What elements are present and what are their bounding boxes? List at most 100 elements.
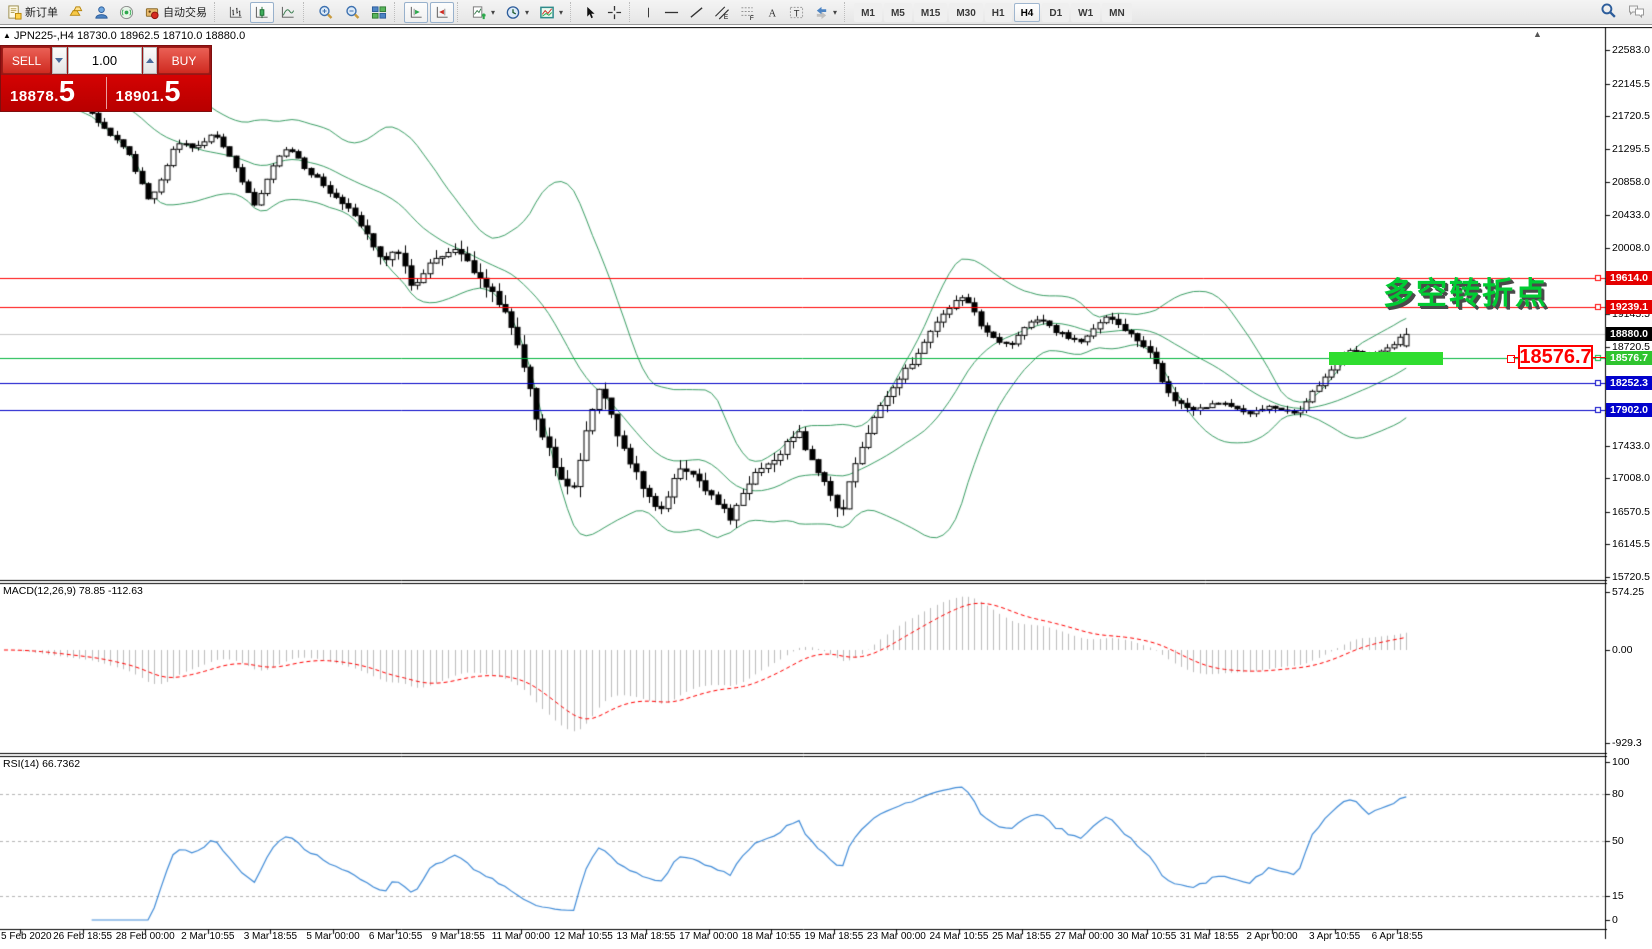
svg-text:E: E: [724, 14, 729, 20]
indicator-tick-label: -929.3: [1612, 737, 1642, 749]
indicator-tick-label: 15: [1612, 890, 1624, 902]
price-badge: 18252.3: [1606, 376, 1652, 390]
fib-icon: F: [740, 5, 756, 20]
cursor-tool-button[interactable]: [580, 2, 601, 23]
chevron-down-icon: ▾: [525, 8, 529, 17]
chart-shift-marker-icon[interactable]: ▲: [1533, 29, 1542, 39]
price-tick-label: 16145.5: [1612, 538, 1650, 550]
new-order-button[interactable]: 新订单: [3, 2, 62, 23]
autoscroll-icon: [408, 5, 424, 20]
lot-increase-button[interactable]: [143, 47, 158, 74]
horizontal-line-tool-button[interactable]: [660, 2, 683, 23]
fibonacci-tool-button[interactable]: F: [736, 2, 760, 23]
time-tick-label: 23 Mar 00:00: [867, 931, 926, 942]
price-badge: 17902.0: [1606, 403, 1652, 417]
chart-shift-button[interactable]: [430, 2, 454, 23]
timeframe-mn-button[interactable]: MN: [1102, 3, 1132, 22]
zoom-out-button[interactable]: [340, 2, 365, 23]
spinner-up-icon: [146, 58, 154, 63]
signals-button[interactable]: [115, 2, 138, 23]
search-icon[interactable]: [1600, 2, 1617, 24]
label-tool-button[interactable]: T: [785, 2, 808, 23]
candlestick-mode-button[interactable]: [250, 2, 274, 23]
callout-right-connector: [1593, 357, 1606, 358]
tile-icon: [371, 5, 387, 20]
community-button[interactable]: [90, 2, 113, 23]
price-chart-canvas[interactable]: [0, 27, 1652, 949]
zoom-in-button[interactable]: [313, 2, 338, 23]
price-tick-label: 22145.5: [1612, 78, 1650, 90]
vline-icon: [643, 5, 654, 20]
lot-decrease-button[interactable]: [52, 47, 67, 74]
user-icon: [94, 5, 109, 20]
chart-collapse-icon[interactable]: ▲: [3, 31, 11, 40]
chevron-down-icon: ▾: [559, 8, 563, 17]
price-tick-label: 20858.0: [1612, 176, 1650, 188]
crosshair-tool-button[interactable]: [603, 2, 626, 23]
buy-button[interactable]: BUY: [158, 47, 210, 74]
channel-tool-button[interactable]: E: [710, 2, 734, 23]
time-tick-label: 25 Mar 18:55: [992, 931, 1051, 942]
time-tick-label: 24 Mar 10:55: [930, 931, 989, 942]
svg-text:T: T: [794, 8, 800, 18]
chat-icon[interactable]: [1627, 3, 1646, 24]
textA-icon: A: [766, 5, 779, 20]
svg-text:A: A: [768, 8, 776, 19]
toolbar-separator: [303, 2, 310, 22]
indicators-button[interactable]: ▾: [535, 2, 567, 23]
timeframe-m1-button[interactable]: M1: [854, 3, 882, 22]
sell-button[interactable]: SELL: [2, 47, 51, 74]
trend-icon: [689, 5, 704, 20]
channel-icon: E: [714, 5, 730, 20]
time-tick-label: 11 Mar 00:00: [492, 931, 550, 942]
time-tick-label: 2 Apr 00:00: [1246, 931, 1297, 942]
timeframe-w1-button[interactable]: W1: [1071, 3, 1100, 22]
market-watch-button[interactable]: [64, 2, 88, 23]
bar-chart-mode-button[interactable]: [224, 2, 248, 23]
ask-price-pips: 5: [164, 79, 180, 105]
time-tick-label: 9 Mar 18:55: [432, 931, 485, 942]
chevron-down-icon: ▾: [491, 8, 495, 17]
timeframe-m30-button[interactable]: M30: [949, 3, 982, 22]
trendline-tool-button[interactable]: [685, 2, 708, 23]
tile-windows-button[interactable]: [367, 2, 391, 23]
crosshair-icon: [607, 5, 622, 20]
price-label-callout[interactable]: 18576.7: [1518, 345, 1593, 369]
chart-ohlc-header: JPN225-,H4 18730.0 18962.5 18710.0 18880…: [14, 30, 245, 42]
shapes-tool-button[interactable]: ▾: [810, 2, 841, 23]
signal-icon: [119, 5, 134, 20]
price-tick-label: 15720.5: [1612, 571, 1650, 583]
price-badge: 18576.7: [1606, 351, 1652, 365]
time-tick-label: 31 Mar 18:55: [1180, 931, 1239, 942]
profiles-button[interactable]: ▾: [501, 2, 533, 23]
price-tick-label: 20433.0: [1612, 209, 1650, 221]
auto-scroll-button[interactable]: [404, 2, 428, 23]
toolbar-separator: [214, 2, 221, 22]
new-chart-button[interactable]: ▾: [467, 2, 499, 23]
time-tick-label: 5 Mar 00:00: [306, 931, 359, 942]
timeframe-m15-button[interactable]: M15: [914, 3, 947, 22]
linechart-icon: [280, 5, 296, 20]
line-chart-mode-button[interactable]: [276, 2, 300, 23]
timeframe-m5-button[interactable]: M5: [884, 3, 912, 22]
timeframe-h4-button[interactable]: H4: [1014, 3, 1041, 22]
toolbar-separator: [629, 2, 636, 22]
highlight-zone-rect[interactable]: [1329, 352, 1443, 365]
macd-indicator-label: MACD(12,26,9) 78.85 -112.63: [3, 585, 143, 597]
chart-text-annotation[interactable]: 多空转折点: [1383, 268, 1548, 313]
text-tool-button[interactable]: A: [762, 2, 783, 23]
doc-icon: [7, 5, 22, 20]
bid-price[interactable]: 18878.5: [1, 75, 106, 111]
lot-size-input[interactable]: [68, 47, 142, 74]
indicators-icon: [539, 5, 555, 20]
svg-text:F: F: [750, 15, 754, 20]
ask-price[interactable]: 18901.5: [107, 75, 212, 111]
price-badge: 19614.0: [1606, 271, 1652, 285]
price-tick-label: 17433.0: [1612, 440, 1650, 452]
autotrade-button[interactable]: 自动交易: [140, 2, 211, 23]
textT-icon: T: [789, 5, 804, 20]
timeframe-d1-button[interactable]: D1: [1042, 3, 1069, 22]
timeframe-h1-button[interactable]: H1: [985, 3, 1012, 22]
vertical-line-tool-button[interactable]: [639, 2, 658, 23]
time-tick-label: 13 Mar 18:55: [617, 931, 676, 942]
